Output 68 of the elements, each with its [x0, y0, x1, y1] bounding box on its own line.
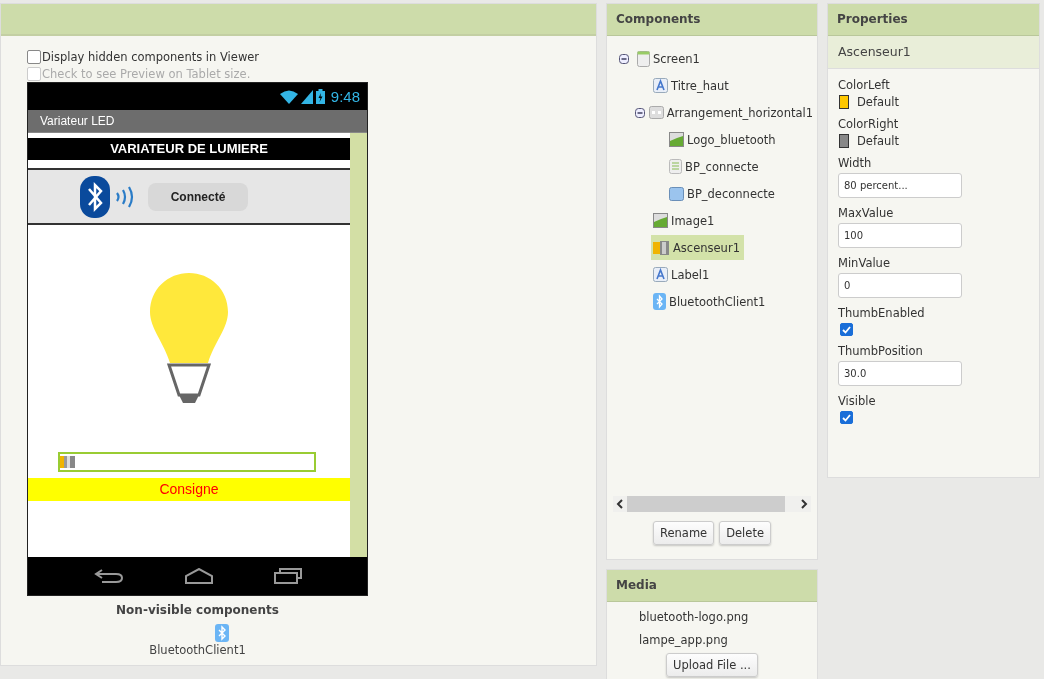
- media-file[interactable]: lampe_app.png: [607, 629, 817, 651]
- panel-header: Media: [607, 570, 817, 602]
- color-value[interactable]: Default: [857, 134, 900, 148]
- setpoint-label: Consigne: [28, 478, 350, 501]
- color-value[interactable]: Default: [857, 95, 900, 109]
- tree-item[interactable]: Arrangement_horizontal1: [646, 100, 817, 125]
- property-field[interactable]: 80 percent...: [838, 173, 962, 198]
- slider-icon: [653, 240, 670, 255]
- slider-track[interactable]: [58, 452, 316, 472]
- tree-item[interactable]: BP_connecte: [667, 154, 763, 179]
- collapse-icon[interactable]: [635, 107, 645, 118]
- selected-component-name: Ascenseur1: [828, 36, 1039, 69]
- bluetooth-icon: [215, 624, 229, 642]
- app-title-bar: Variateur LED: [28, 110, 367, 133]
- tree-item[interactable]: Image1: [651, 208, 719, 233]
- property-label: Width: [838, 156, 873, 170]
- panel-header: Properties: [828, 4, 1039, 36]
- property-label: MinValue: [838, 256, 891, 270]
- property-field[interactable]: 0: [838, 273, 962, 298]
- battery-icon: [315, 89, 325, 104]
- collapse-icon[interactable]: [619, 53, 629, 64]
- tree-item[interactable]: BP_deconnecte: [667, 181, 779, 206]
- button-icon: [669, 186, 684, 201]
- clock-time: 9:48: [330, 88, 360, 105]
- property-field[interactable]: 100: [838, 223, 962, 248]
- horizontal-scrollbar[interactable]: [613, 496, 811, 512]
- property-checkbox[interactable]: [840, 411, 853, 424]
- property-checkbox[interactable]: [840, 323, 853, 336]
- option-checkbox[interactable]: Display hidden components in Viewer: [27, 48, 260, 65]
- image-icon: [653, 213, 668, 228]
- label-icon: [653, 267, 668, 282]
- title-label: VARIATEUR DE LUMIERE: [28, 138, 350, 160]
- property-label: ColorLeft: [838, 78, 891, 92]
- list-icon: [669, 159, 682, 174]
- non-visible-title: Non-visible components: [115, 603, 280, 617]
- label-icon: [653, 78, 668, 93]
- tree-item[interactable]: Screen1: [635, 46, 704, 71]
- action-button[interactable]: Rename: [653, 521, 715, 545]
- panel-header: Components: [607, 4, 817, 36]
- property-label: ThumbEnabled: [838, 306, 926, 320]
- signal-icon: [300, 89, 313, 104]
- home-icon[interactable]: [183, 568, 214, 584]
- media-file[interactable]: bluetooth-logo.png: [607, 606, 817, 628]
- recent-apps-icon[interactable]: [273, 568, 302, 584]
- tree-item[interactable]: Logo_bluetooth: [667, 127, 780, 152]
- slider-thumb[interactable]: [60, 456, 75, 468]
- property-label: MaxValue: [838, 206, 895, 220]
- property-label: ColorRight: [838, 117, 900, 131]
- back-icon[interactable]: [93, 568, 124, 584]
- property-label: ThumbPosition: [838, 344, 924, 358]
- bluetooth-logo-icon: [80, 175, 110, 218]
- tree-item[interactable]: BluetoothClient1: [651, 289, 770, 314]
- color-swatch[interactable]: [839, 95, 849, 109]
- tree-item[interactable]: Ascenseur1: [651, 235, 744, 260]
- upload-button[interactable]: Upload File ...: [666, 653, 758, 677]
- non-visible-component: BluetoothClient1: [148, 643, 247, 657]
- arrangement-icon: [648, 106, 664, 119]
- bluetooth-icon: [653, 293, 666, 310]
- screen-icon: [637, 50, 650, 67]
- color-swatch[interactable]: [839, 134, 849, 148]
- action-button[interactable]: Delete: [719, 521, 771, 545]
- wifi-icon: [279, 89, 298, 104]
- image-icon: [669, 132, 684, 147]
- property-label: Visible: [838, 394, 877, 408]
- tree-item[interactable]: Label1: [651, 262, 714, 287]
- tree-item[interactable]: Titre_haut: [651, 73, 733, 98]
- connect-button[interactable]: Connecté: [148, 182, 248, 211]
- property-field[interactable]: 30.0: [838, 361, 962, 386]
